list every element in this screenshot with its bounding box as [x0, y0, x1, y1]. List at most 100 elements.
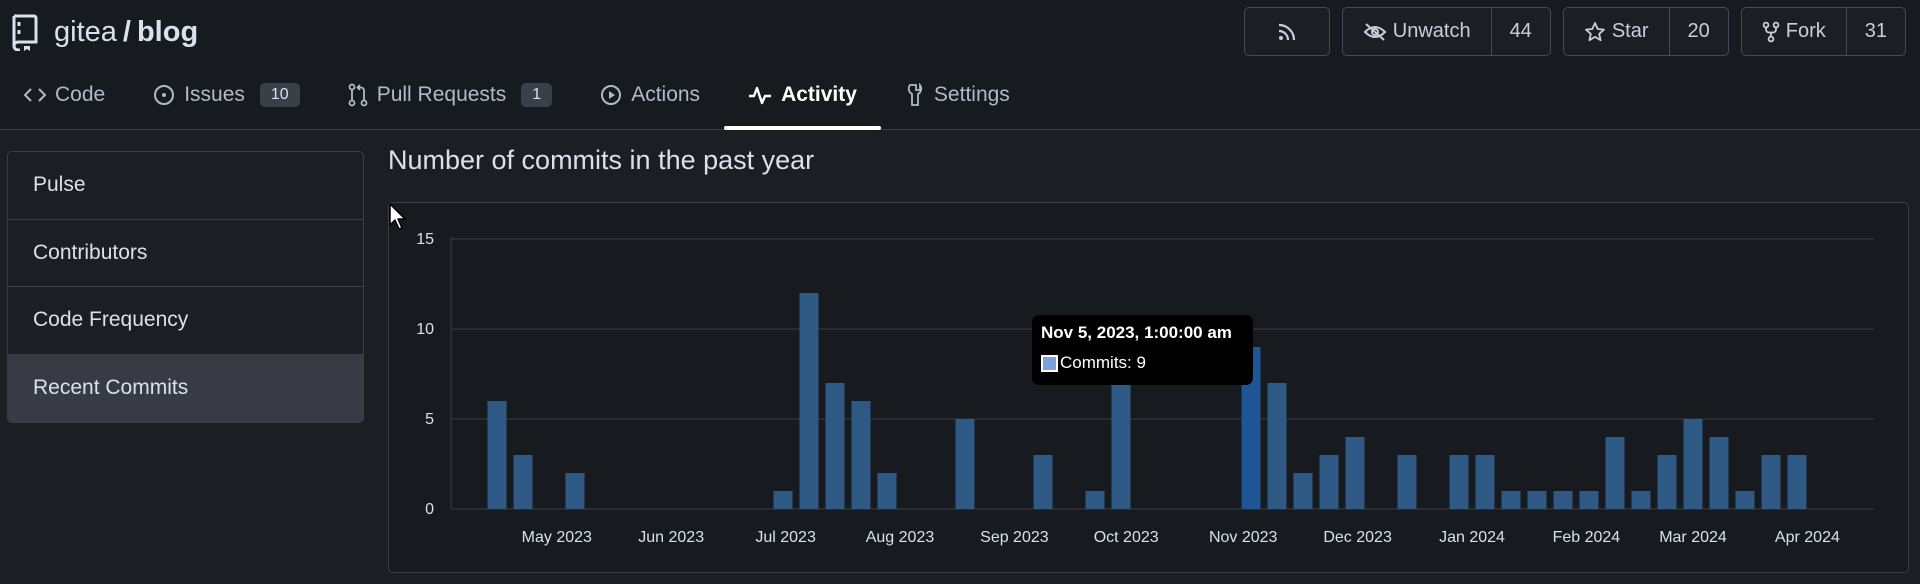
chart-bar: [1761, 455, 1781, 509]
x-tick-label: Jun 2023: [638, 529, 704, 546]
star-icon: [1584, 21, 1605, 41]
tab-code[interactable]: Code: [0, 64, 129, 126]
x-tick-label: Nov 2023: [1209, 529, 1278, 546]
star-button-group: Star 20: [1562, 7, 1729, 56]
x-tick-label: Apr 2024: [1775, 529, 1840, 546]
x-tick-label: Oct 2023: [1094, 529, 1159, 546]
fork-icon: [1762, 21, 1780, 42]
x-tick-label: Sep 2023: [980, 529, 1049, 546]
code-icon: [24, 88, 46, 102]
unwatch-button[interactable]: Unwatch: [1343, 8, 1491, 55]
chart-bar: [1085, 491, 1105, 509]
repo-icon: [10, 12, 42, 52]
chart-bar: [773, 491, 793, 509]
rss-icon[interactable]: [1245, 8, 1329, 55]
chart-bar: [1475, 455, 1495, 509]
chart-tooltip: Nov 5, 2023, 1:00:00 am Commits: 9: [1032, 315, 1253, 385]
chart-bar: [1527, 491, 1547, 509]
tab-issues-label: Issues: [184, 83, 245, 106]
chart-bar: [1397, 455, 1417, 509]
tools-icon: [907, 83, 923, 106]
commits-chart: 0 5 10 15 May 2023 Jun 2023 Jul 2023 Aug 2023 Se…: [388, 202, 1909, 573]
sidebar-item-contributors[interactable]: Contributors: [8, 219, 363, 287]
tab-issues[interactable]: Issues 10: [129, 64, 324, 126]
repo-separator: /: [122, 15, 131, 48]
chart-bar: [1033, 455, 1053, 509]
tab-actions-label: Actions: [631, 83, 701, 106]
unwatch-label: Unwatch: [1392, 20, 1471, 42]
chart-bar: [955, 419, 975, 509]
activity-sidebar: Pulse Contributors Code Frequency Recent…: [7, 151, 364, 423]
pull-request-icon: [348, 83, 368, 107]
chart-bar: [1605, 437, 1625, 509]
chart-bar: [487, 401, 507, 509]
chart-bar: [1631, 491, 1651, 509]
tab-code-label: Code: [55, 83, 106, 106]
sidebar-item-pulse[interactable]: Pulse: [8, 152, 363, 220]
chart-bar: [1683, 419, 1703, 509]
fork-button-group: Fork 31: [1740, 7, 1906, 56]
tab-activity-label: Activity: [781, 83, 857, 106]
chart-bar: [1709, 437, 1729, 509]
commits-chart-svg: 0 5 10 15 May 2023 Jun 2023 Jul 2023 Aug 2023 Se…: [416, 231, 1874, 546]
chart-bar: [1501, 491, 1521, 509]
tooltip-value: Commits: 9: [1060, 353, 1146, 372]
star-label: Star: [1611, 20, 1649, 42]
x-tick-label: Mar 2024: [1659, 529, 1727, 546]
chart-bar: [1579, 491, 1599, 509]
chart-bar: [877, 473, 897, 509]
stars-count[interactable]: 20: [1668, 8, 1728, 55]
fork-button[interactable]: Fork: [1742, 8, 1846, 55]
eye-closed-icon: [1363, 22, 1387, 41]
y-tick-label: 15: [416, 231, 434, 248]
repo-actions: Unwatch 44 Star 20 Fork 31: [1243, 7, 1906, 56]
play-icon: [601, 85, 622, 105]
tab-settings-label: Settings: [933, 83, 1010, 106]
repo-header: gitea / blog Unwatch 44 Star 20 Fork 31 …: [0, 0, 1920, 130]
chart-bar: [799, 293, 819, 509]
mouse-cursor-icon: [389, 203, 406, 230]
repo-owner-link[interactable]: gitea: [54, 16, 117, 49]
star-button[interactable]: Star: [1564, 8, 1669, 55]
x-tick-label: Aug 2023: [866, 529, 935, 546]
chart-bar: [1787, 455, 1807, 509]
x-tick-label: May 2023: [522, 529, 592, 546]
chart-bar: [1293, 473, 1313, 509]
rss-button[interactable]: [1243, 7, 1330, 56]
pull-requests-count-badge: 1: [521, 83, 553, 107]
x-tick-label: Jan 2024: [1439, 529, 1505, 546]
tab-activity[interactable]: Activity: [724, 64, 881, 130]
chart-bar: [1553, 491, 1573, 509]
chart-bar: [825, 383, 845, 509]
tab-actions[interactable]: Actions: [576, 64, 724, 126]
tooltip-title: Nov 5, 2023, 1:00:00 am: [1041, 323, 1232, 342]
tooltip-swatch: [1041, 354, 1058, 372]
repo-name-link[interactable]: blog: [137, 16, 198, 49]
chart-bar: [1449, 455, 1469, 509]
x-tick-label: Feb 2024: [1553, 529, 1621, 546]
chart-bar: [1319, 455, 1339, 509]
chart-bar: [1111, 383, 1131, 509]
chart-bar: [1735, 491, 1755, 509]
y-tick-label: 0: [425, 501, 434, 518]
fork-label: Fork: [1785, 20, 1826, 42]
tab-settings[interactable]: Settings: [881, 64, 1034, 126]
watch-button-group: Unwatch 44: [1341, 7, 1551, 56]
watchers-count[interactable]: 44: [1490, 8, 1550, 55]
sidebar-item-code-frequency[interactable]: Code Frequency: [8, 287, 363, 355]
repo-tabs: Code Issues 10 Pull Requests 1 Actions A…: [0, 64, 1034, 130]
page-title: Number of commits in the past year: [388, 145, 815, 175]
chart-bar: [851, 401, 871, 509]
chart-bar: [513, 455, 533, 509]
chart-bar: [565, 473, 585, 509]
issue-icon: [154, 85, 175, 105]
tab-pull-requests[interactable]: Pull Requests 1: [324, 64, 576, 126]
chart-bar: [1657, 455, 1677, 509]
sidebar-item-recent-commits[interactable]: Recent Commits: [8, 354, 363, 422]
x-tick-label: Dec 2023: [1323, 529, 1392, 546]
pulse-icon: [749, 86, 772, 105]
forks-count[interactable]: 31: [1845, 8, 1905, 55]
tab-pull-requests-label: Pull Requests: [376, 83, 507, 106]
y-tick-label: 10: [416, 321, 434, 338]
issues-count-badge: 10: [259, 83, 300, 107]
